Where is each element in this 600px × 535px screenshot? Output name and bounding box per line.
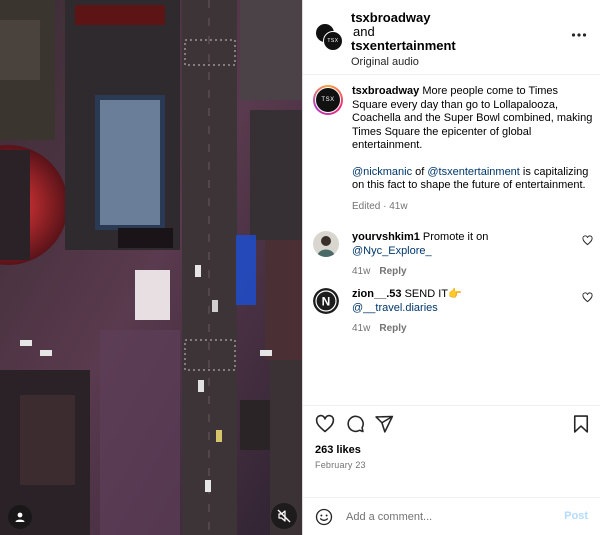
- comment-body: SEND IT👉: [401, 288, 462, 300]
- likes-count[interactable]: 263 likes: [315, 444, 361, 456]
- caption-of: of: [412, 165, 428, 178]
- caption-username[interactable]: tsxbroadway: [352, 85, 419, 97]
- comment-age: 41w: [352, 266, 371, 277]
- emoji-icon[interactable]: [315, 508, 333, 526]
- comment-username[interactable]: zion__.53: [352, 288, 402, 300]
- caption-avatar-logo: TSX: [315, 87, 341, 113]
- caption-meta: Edited · 41w: [352, 200, 408, 212]
- add-comment-bar: Post: [303, 497, 600, 535]
- collab-joiner: and: [353, 24, 375, 39]
- reply-button[interactable]: Reply: [379, 266, 406, 277]
- post-actions: 263 likes February 23: [303, 405, 600, 497]
- speaker-muted-icon: [277, 509, 291, 523]
- heart-icon[interactable]: [582, 292, 593, 303]
- heart-icon[interactable]: [315, 414, 335, 434]
- mention-nickmanic[interactable]: @nickmanic: [352, 166, 412, 178]
- comment-text: yourvshkim1 Promote it on @Nyc_Explore_: [352, 231, 542, 258]
- header-usernames: tsxbroadway and tsxentertainment Origina…: [351, 11, 456, 69]
- comment-avatar[interactable]: N: [313, 288, 339, 314]
- comment-item: N zion__.53 SEND IT👉 @__travel.diaries 4…: [313, 288, 593, 334]
- audio-label[interactable]: Original audio: [351, 55, 456, 69]
- comment-meta: 41w Reply: [352, 323, 593, 334]
- more-horizontal-icon[interactable]: [571, 30, 587, 40]
- post-comment-button[interactable]: Post: [564, 510, 588, 522]
- comment-text: zion__.53 SEND IT👉 @__travel.diaries: [352, 288, 542, 315]
- comment-meta: 41w Reply: [352, 266, 593, 277]
- caption-avatar[interactable]: TSX: [313, 85, 343, 115]
- reply-button[interactable]: Reply: [379, 323, 406, 334]
- username-tsxbroadway[interactable]: tsxbroadway: [351, 11, 456, 25]
- avatar-tsxbroadway[interactable]: TSX: [323, 31, 343, 51]
- collab-avatars[interactable]: TSX: [315, 23, 343, 51]
- post-video[interactable]: [0, 0, 302, 535]
- comment-username[interactable]: yourvshkim1: [352, 231, 420, 243]
- avatar-logo-icon: N: [313, 288, 339, 314]
- post-details-panel: TSX tsxbroadway and tsxentertainment Ori…: [302, 0, 600, 535]
- post-viewer: TSX tsxbroadway and tsxentertainment Ori…: [0, 0, 600, 535]
- username-tsxentertainment[interactable]: tsxentertainment: [351, 39, 456, 53]
- comment-age: 41w: [352, 323, 371, 334]
- tagged-users-button[interactable]: [8, 505, 32, 529]
- comment-mention[interactable]: @__travel.diaries: [352, 302, 438, 314]
- post-date: February 23: [315, 460, 366, 470]
- avatar-letter: N: [322, 295, 331, 309]
- share-icon[interactable]: [374, 414, 394, 434]
- mute-button[interactable]: [271, 503, 297, 529]
- mention-tsxentertainment[interactable]: @tsxentertainment: [427, 166, 520, 178]
- comment-body: Promote it on: [419, 231, 489, 243]
- comments-section[interactable]: TSX tsxbroadway More people come to Time…: [303, 75, 600, 405]
- avatar-photo-icon: [313, 231, 339, 257]
- times-square-aerial-image: [0, 0, 302, 535]
- caption-text: tsxbroadway More people come to Times Sq…: [352, 85, 593, 213]
- caption: TSX tsxbroadway More people come to Time…: [313, 85, 593, 213]
- comment-icon[interactable]: [345, 414, 365, 434]
- heart-icon[interactable]: [582, 235, 593, 246]
- bookmark-icon[interactable]: [571, 414, 591, 434]
- post-header: TSX tsxbroadway and tsxentertainment Ori…: [303, 0, 600, 75]
- comment-mention[interactable]: @Nyc_Explore_: [352, 245, 432, 257]
- comment-item: yourvshkim1 Promote it on @Nyc_Explore_ …: [313, 231, 593, 277]
- comment-avatar[interactable]: [313, 231, 339, 257]
- comment-input[interactable]: [346, 507, 546, 527]
- user-icon: [15, 512, 25, 522]
